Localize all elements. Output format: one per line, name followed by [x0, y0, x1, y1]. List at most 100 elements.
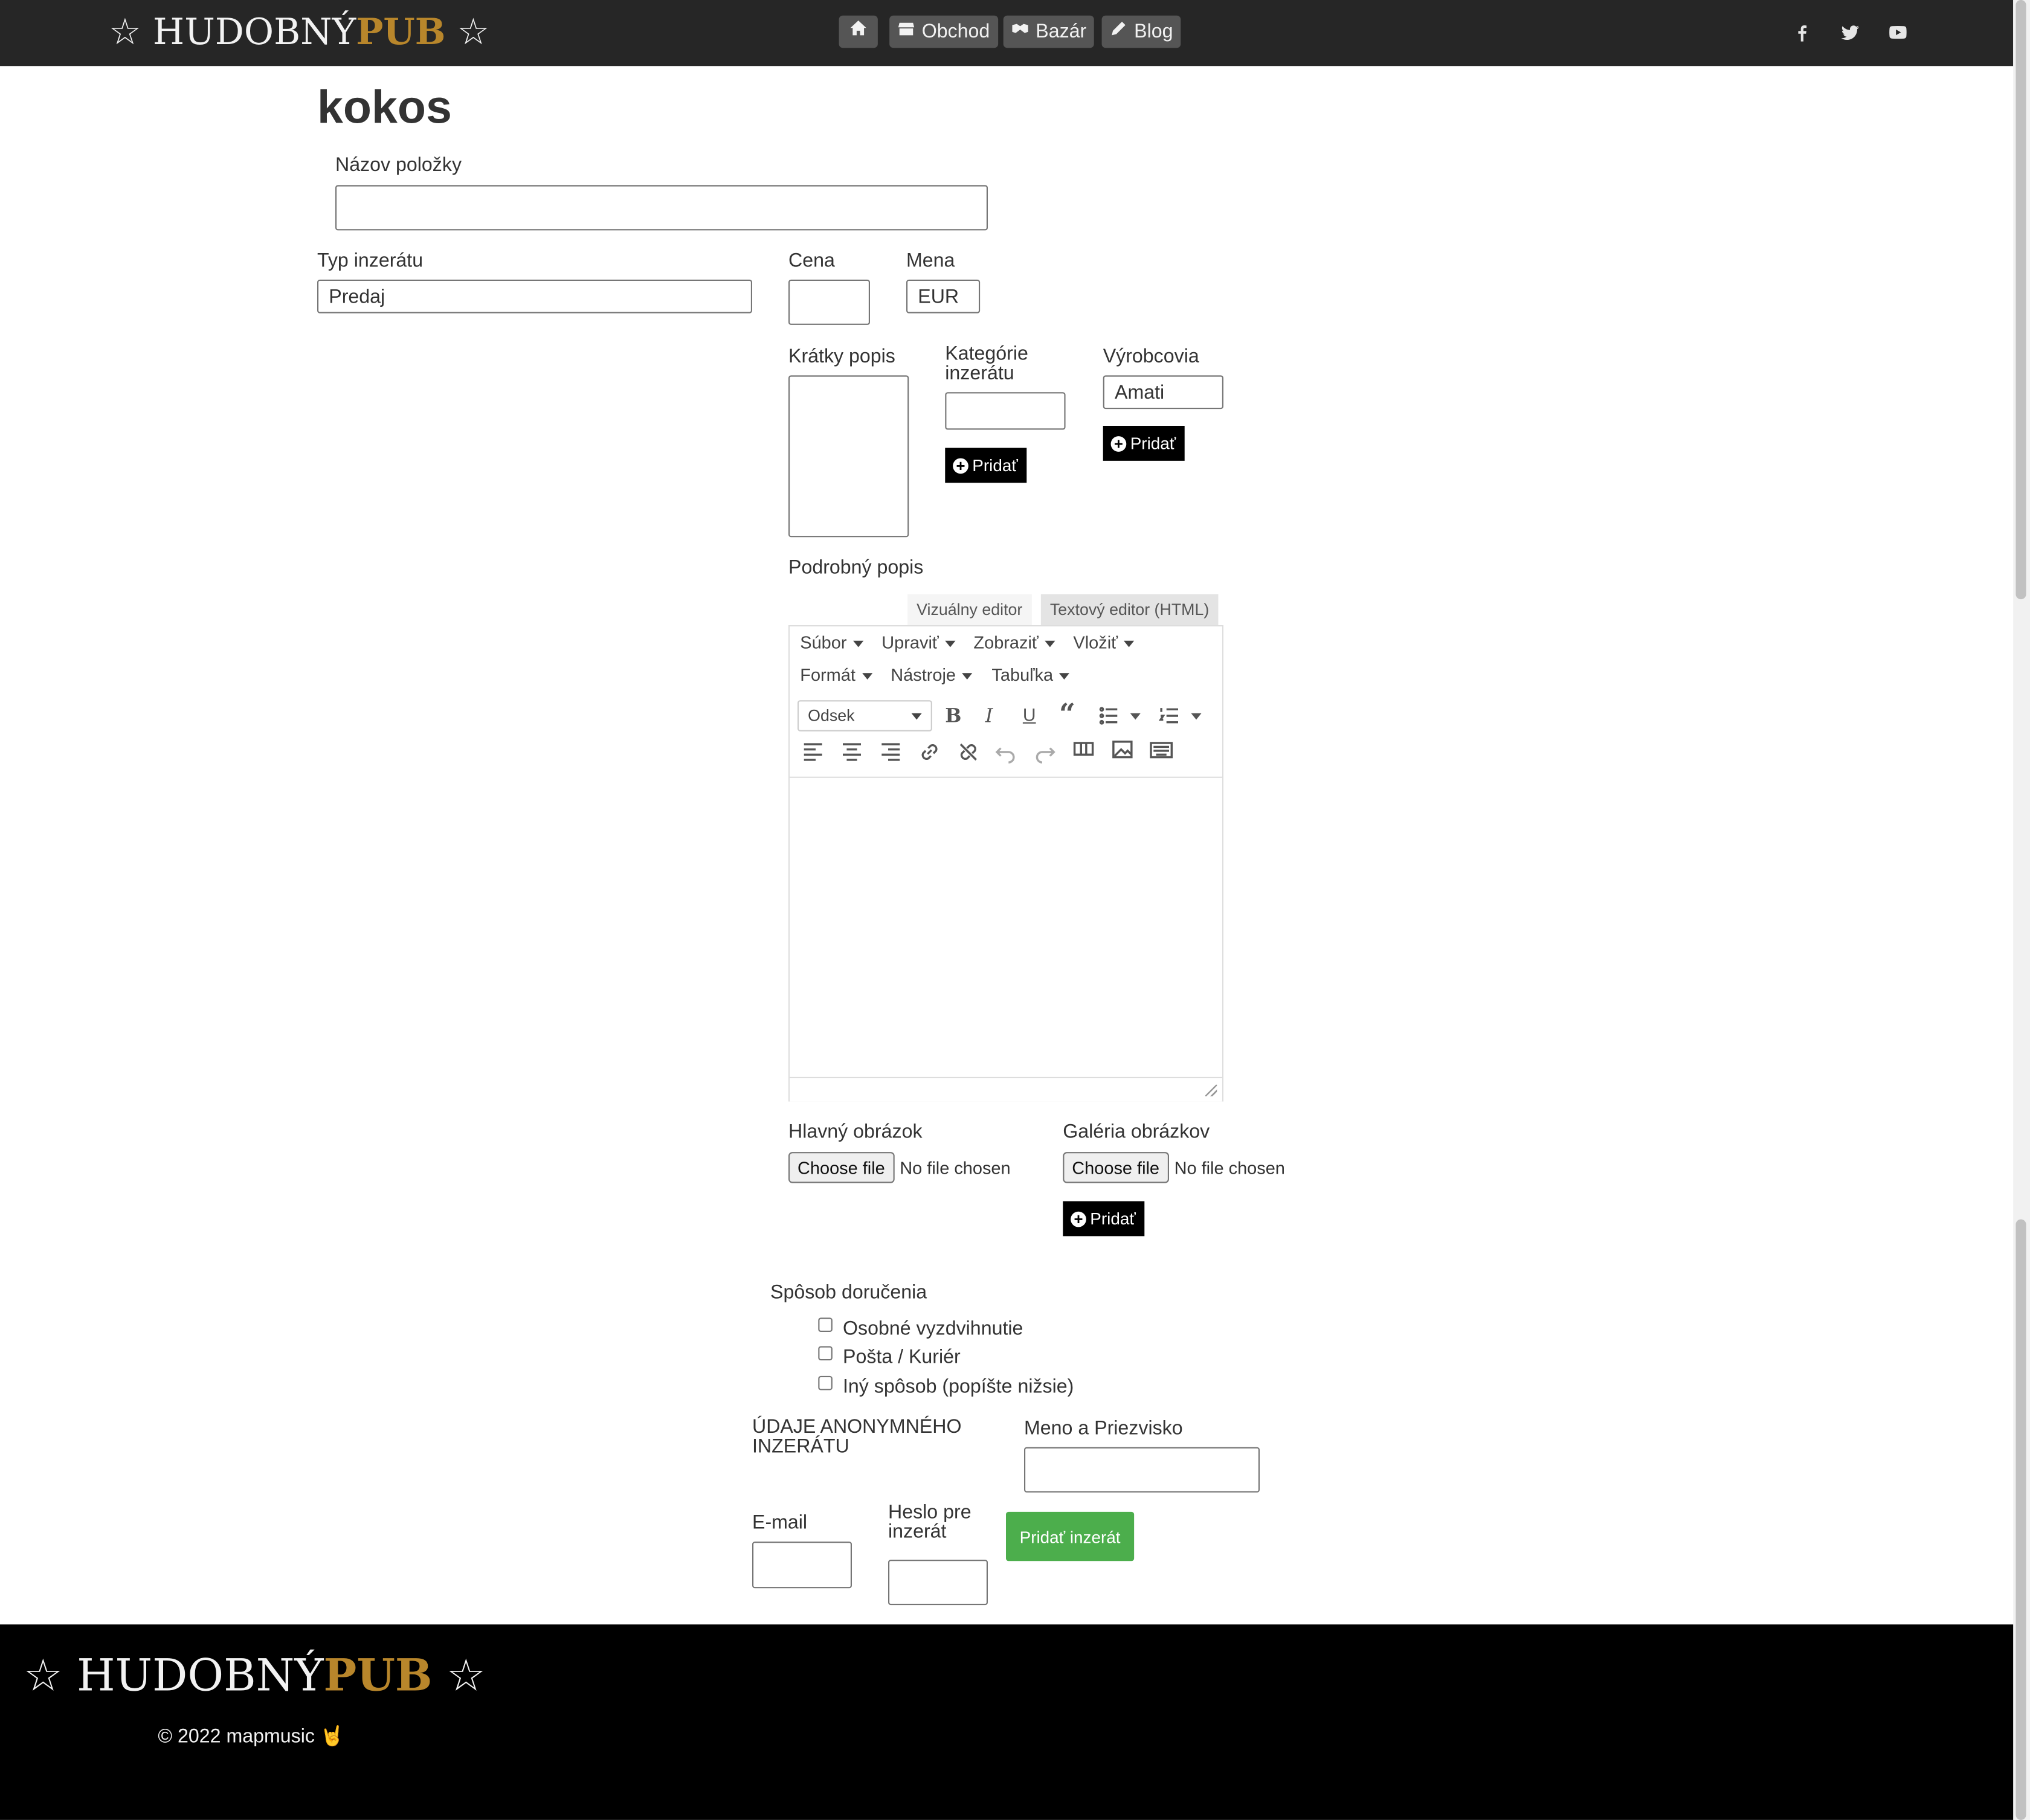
redo-icon[interactable] [1033, 741, 1057, 764]
item-name-label: Názov položky [335, 153, 462, 176]
menu-subor[interactable]: Súbor [800, 632, 864, 652]
site-logo[interactable]: ☆ HUDOBNÝPUB ☆ [109, 10, 489, 53]
delivery-checkbox-post[interactable] [818, 1346, 833, 1361]
blockquote-icon[interactable]: “ [1059, 698, 1075, 732]
image-icon[interactable] [1111, 738, 1135, 761]
currency-label: Mena [906, 249, 955, 272]
nav-obchod-label: Obchod [921, 21, 990, 43]
youtube-icon[interactable] [1887, 22, 1908, 42]
copyright-label: © 2022 mapmusic [158, 1725, 315, 1748]
link-icon[interactable] [918, 741, 941, 764]
delivery-checkbox-pickup[interactable] [818, 1317, 833, 1332]
nav-obchod-button[interactable]: Obchod [889, 15, 998, 48]
anonymous-heading-line1: ÚDAJE ANONYMNÉHO [752, 1416, 962, 1438]
star-icon: ☆ [457, 10, 490, 53]
item-name-input[interactable] [335, 185, 988, 231]
keyboard-icon[interactable] [1150, 738, 1173, 761]
manufacturers-select[interactable]: Amati [1103, 375, 1223, 410]
currency-select[interactable]: EUR [906, 279, 981, 314]
menu-upravit-label: Upraviť [881, 632, 939, 652]
format-select[interactable]: Odsek [798, 700, 932, 732]
password-label-line1: Heslo pre [888, 1501, 971, 1524]
page-title: kokos [317, 80, 452, 133]
anonymous-heading-line2: INZERÁTU [752, 1435, 849, 1458]
format-select-value: Odsek [808, 707, 855, 725]
menu-zobrazit[interactable]: Zobraziť [973, 633, 1055, 652]
unlink-icon[interactable] [957, 741, 981, 764]
undo-icon[interactable] [994, 741, 1018, 764]
handshake-icon [1011, 16, 1030, 48]
add-manufacturer-button[interactable]: + Pridať [1103, 426, 1185, 461]
bullet-list-icon[interactable] [1098, 704, 1121, 728]
gallery-file-status: No file chosen [1174, 1158, 1285, 1178]
nav-blog-label: Blog [1134, 21, 1173, 43]
menu-format-label: Formát [800, 665, 856, 685]
menu-upravit[interactable]: Upraviť [881, 632, 956, 652]
align-right-icon[interactable] [879, 741, 903, 764]
chevron-down-icon[interactable] [1191, 713, 1202, 720]
categories-label: Kategórie inzerátu [945, 344, 1028, 384]
add-gallery-button[interactable]: + Pridať [1063, 1201, 1145, 1236]
facebook-icon[interactable] [1792, 22, 1812, 42]
detail-desc-label: Podrobný popis [788, 556, 924, 579]
logo-word-left: HUDOBNÝ [152, 10, 356, 53]
short-desc-label: Krátky popis [788, 346, 895, 368]
chevron-down-icon [911, 712, 922, 719]
menu-nastroje[interactable]: Nástroje [891, 665, 973, 685]
nav-blog-button[interactable]: Blog [1101, 15, 1181, 48]
numbered-list-icon[interactable] [1158, 704, 1182, 728]
nav-home-button[interactable] [839, 15, 878, 48]
ad-type-label: Typ inzerátu [317, 249, 424, 272]
submit-ad-button[interactable]: Pridať inzerát [1006, 1511, 1135, 1561]
star-icon: ☆ [109, 10, 141, 53]
align-center-icon[interactable] [840, 741, 864, 764]
footer-logo[interactable]: ☆ HUDOBNÝPUB ☆ [24, 1650, 486, 1702]
add-category-button[interactable]: + Pridať [945, 448, 1027, 483]
menu-subor-label: Súbor [800, 632, 847, 652]
underline-icon[interactable]: U [1023, 704, 1036, 725]
gallery-choose-file-button[interactable]: Choose file [1063, 1152, 1169, 1183]
password-label: Heslo pre inzerát [888, 1503, 971, 1542]
menu-tabulka[interactable]: Tabuľka [991, 665, 1071, 685]
scrollbar-thumb-secondary[interactable] [2015, 1219, 2026, 1820]
home-icon [849, 16, 868, 48]
email-label: E-mail [752, 1511, 808, 1534]
password-input[interactable] [888, 1560, 988, 1606]
twitter-icon[interactable] [1840, 22, 1860, 42]
footer-logo-word-left: HUDOBNÝ [77, 1650, 324, 1702]
copyright-text: © 2022 mapmusic 🤘 [158, 1724, 344, 1748]
menu-format[interactable]: Formát [800, 665, 872, 685]
footer-logo-word-right: PUB [323, 1650, 433, 1702]
resize-handle-icon[interactable] [1205, 1084, 1217, 1096]
email-input[interactable] [752, 1542, 852, 1589]
add-manufacturer-label: Pridať [1130, 433, 1176, 453]
tab-text-editor[interactable]: Textový editor (HTML) [1040, 594, 1219, 625]
scrollbar-thumb[interactable] [2015, 0, 2026, 600]
star-icon: ☆ [23, 1650, 63, 1702]
menu-zobrazit-label: Zobraziť [973, 632, 1039, 652]
italic-icon[interactable]: I [985, 704, 993, 728]
editor-content-area[interactable] [790, 777, 1222, 1077]
delivery-checkbox-other[interactable] [818, 1375, 833, 1391]
read-more-icon[interactable] [1072, 738, 1095, 761]
name-input[interactable] [1024, 1447, 1260, 1493]
logo-word-right: PUB [356, 10, 446, 53]
chevron-down-icon[interactable] [1130, 713, 1141, 720]
delivery-option-other: Iný spôsob (popíšte nižsie) [843, 1375, 1074, 1398]
menu-vlozit[interactable]: Vložiť [1073, 633, 1135, 652]
rock-hand-icon: 🤘 [320, 1725, 344, 1748]
nav-bazar-button[interactable]: Bazár [1003, 15, 1095, 48]
pen-icon [1109, 16, 1127, 48]
align-left-icon[interactable] [801, 741, 825, 764]
categories-input[interactable] [945, 392, 1066, 430]
plus-circle-icon: + [1110, 436, 1127, 451]
editor-statusbar [790, 1076, 1222, 1102]
short-desc-textarea[interactable] [788, 375, 909, 538]
main-image-choose-file-button[interactable]: Choose file [788, 1152, 894, 1183]
price-label: Cena [788, 249, 835, 272]
tab-visual-editor[interactable]: Vizuálny editor [907, 594, 1032, 625]
ad-type-select[interactable]: Predaj [317, 279, 752, 314]
gallery-label: Galéria obrázkov [1063, 1121, 1210, 1143]
price-input[interactable] [788, 279, 870, 325]
bold-icon[interactable]: B [945, 704, 961, 728]
